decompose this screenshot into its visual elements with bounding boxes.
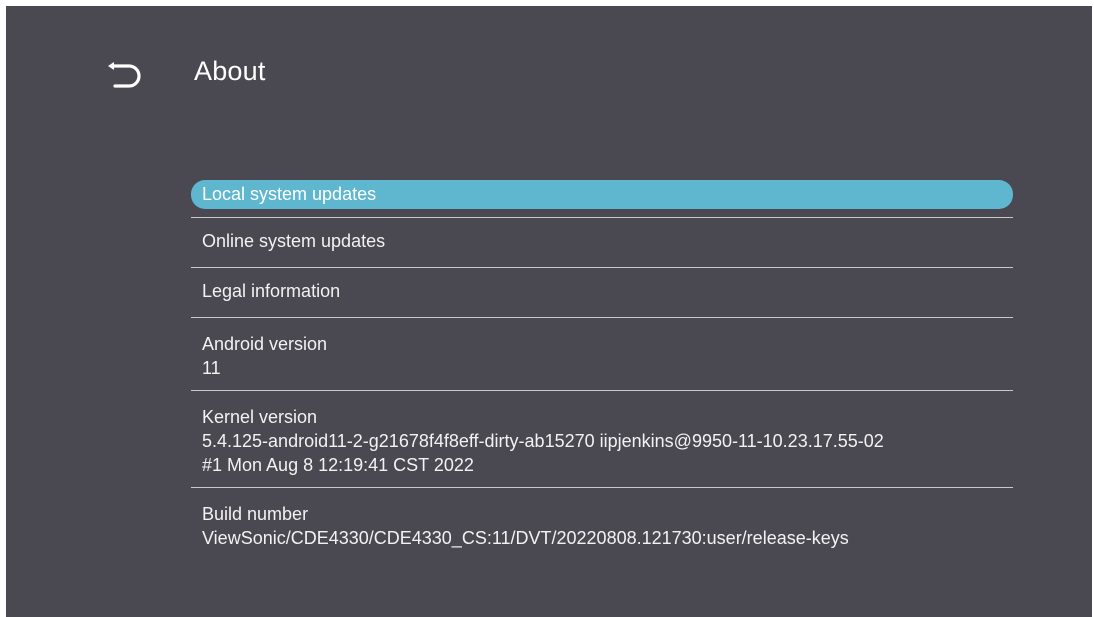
about-menu-list: Local system updates Online system updat… bbox=[191, 180, 1013, 560]
detail-label: Build number bbox=[202, 504, 309, 524]
page-title: About bbox=[194, 56, 266, 86]
detail-value: ViewSonic/CDE4330/CDE4330_CS:11/DVT/2022… bbox=[202, 528, 849, 548]
detail-label: Android version bbox=[202, 334, 328, 354]
menu-item-label: Legal information bbox=[202, 281, 341, 301]
android-version-item[interactable]: Android version 11 bbox=[191, 318, 1013, 391]
menu-item-label: Local system updates bbox=[202, 184, 377, 204]
detail-label: Kernel version bbox=[202, 407, 318, 427]
menu-item-label: Online system updates bbox=[202, 231, 386, 251]
kernel-version-item[interactable]: Kernel version 5.4.125-android11-2-g2167… bbox=[191, 391, 1013, 488]
back-button[interactable] bbox=[102, 58, 146, 98]
back-arrow-icon bbox=[108, 62, 141, 88]
menu-item-local-system-updates[interactable]: Local system updates bbox=[191, 180, 1013, 218]
detail-value: 5.4.125-android11-2-g21678f4f8eff-dirty-… bbox=[202, 431, 884, 475]
detail-value: 11 bbox=[202, 358, 221, 378]
menu-item-online-system-updates[interactable]: Online system updates bbox=[191, 218, 1013, 268]
menu-item-legal-information[interactable]: Legal information bbox=[191, 268, 1013, 318]
build-number-item[interactable]: Build number ViewSonic/CDE4330/CDE4330_C… bbox=[191, 488, 1013, 560]
about-screen: About Local system updates Online system… bbox=[6, 6, 1092, 617]
